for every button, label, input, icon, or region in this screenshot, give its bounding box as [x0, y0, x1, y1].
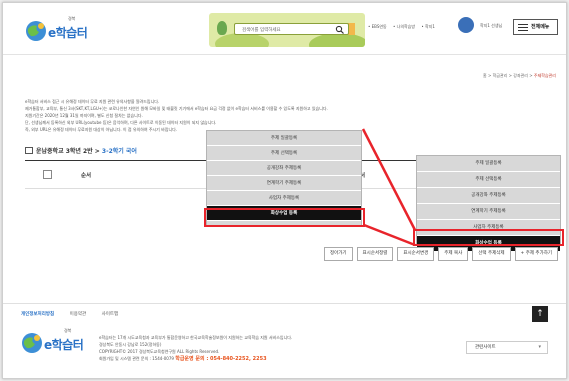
column-header-order: 순서	[81, 173, 92, 179]
user-avatar[interactable]	[458, 17, 474, 33]
highlight-box-zoom	[413, 229, 564, 246]
data-free-notice: e학습터 서비스 접근 시 유해정 데이터 무료 지원 관련 유의사항을 알려드…	[25, 98, 328, 133]
footer-link-terms[interactable]: 이용약관	[70, 312, 87, 317]
footer-logo-title: e학습터	[44, 338, 84, 352]
search-icon[interactable]	[335, 25, 345, 35]
menu-item-select-register[interactable]: 주제 선택등록	[207, 146, 361, 161]
notice-line: e학습터 서비스 접근 시 유해정 데이터 무료 지원 관련 유의사항을 알려드…	[25, 99, 160, 104]
menu-item-bulk-register[interactable]: 주제 일괄등록	[417, 156, 560, 172]
menu-item-linked-term-register[interactable]: 연계학기 주제등록	[417, 204, 560, 220]
menu-item-linked-term-register[interactable]: 연계학기 주제등록	[207, 176, 361, 191]
util-link-my-study[interactable]: • 나의학습방	[393, 24, 415, 29]
menu-item-open-course-register[interactable]: 공개강좌 주제등록	[417, 188, 560, 204]
full-menu-button[interactable]: 전체메뉴	[513, 19, 558, 35]
footer-link-privacy[interactable]: 개인정보처리방침	[21, 312, 54, 317]
breadcrumb-current: 주제학습관리	[533, 73, 556, 78]
hamburger-icon	[518, 24, 528, 31]
footer-info-line: COPYRIGHT© 2017 경상북도교육청연구원 ALL Rights Re…	[99, 349, 220, 354]
course-separator: >	[92, 148, 102, 155]
browser-frame: 경북 e학습터 검색어를 입력하세요 • EBS연동 • 나의학습방 • 학지1…	[2, 2, 567, 379]
footer-links: 개인정보처리방침 이용약관 사이트맵	[21, 311, 132, 317]
change-order-button[interactable]: 표시순서변경	[397, 247, 435, 261]
sort-order-button[interactable]: 표시순서정렬	[356, 247, 394, 261]
site-header: 경북 e학습터 검색어를 입력하세요 • EBS연동 • 나의학습방 • 학지1…	[3, 3, 566, 55]
footer-info-line: e학습터는 17개 시도교육청과 교육부가 통합운영하고 한국교육학술정보원이 …	[99, 335, 293, 340]
notice-line: 지원기간은 2020년 12월 31일 까지이며, 별도 신청 절차는 없습니다…	[25, 113, 143, 118]
table-action-buttons: 정아가기 표시순서정렬 표시순서변경 주제 복사 선택 주제삭제 + 주제 추가…	[320, 247, 558, 261]
globe-logo-icon	[26, 21, 46, 41]
footer-system-contact: 회원가입 및 시스템 관련 문의 : 1544-0079	[99, 356, 174, 361]
util-link-user[interactable]: • 학지1	[421, 24, 435, 29]
notice-line: 단, 선생님께서 등록하신 외부 URL(youtube 등)은 음악하며, 다…	[25, 120, 217, 125]
menu-item-select-register[interactable]: 주제 선택등록	[417, 172, 560, 188]
select-all-checkbox[interactable]	[43, 170, 52, 179]
globe-logo-icon	[22, 333, 42, 353]
search-input[interactable]: 검색어를 입력하세요	[242, 27, 281, 33]
footer-contact-line: 회원가입 및 시스템 관련 문의 : 1544-0079 학급운영 문의 : 0…	[99, 355, 292, 363]
footer-link-sitemap[interactable]: 사이트맵	[102, 312, 119, 317]
course-school: 운남중학교 3학년 2반	[36, 148, 93, 155]
logo-title: e학습터	[48, 26, 88, 40]
footer-logo: 경북 e학습터	[21, 328, 91, 356]
course-tree-icon[interactable]	[25, 147, 33, 154]
logo-region-label: 경북	[68, 16, 76, 21]
related-sites-label: 관련사이트	[475, 345, 496, 350]
course-subject-link[interactable]: 3-2학기 국어	[102, 148, 137, 155]
breadcrumb-item[interactable]: 강좌관리	[513, 73, 528, 78]
site-footer: 개인정보처리방침 이용약관 사이트맵 ↑ 경북 e학습터 e학습터는 17개 시…	[3, 303, 566, 378]
delete-selected-topic-button[interactable]: 선택 주제삭제	[472, 247, 511, 261]
footer-logo-region: 경북	[64, 328, 72, 333]
breadcrumb: 홈 > 학급관리 > 강좌관리 > 주제학습관리	[483, 73, 556, 79]
menu-item-provider-register[interactable]: 사업자 주제등록	[207, 191, 361, 206]
footer-info: e학습터는 17개 시도교육청과 교육부가 통합운영하고 한국교육학술정보원이 …	[99, 334, 292, 363]
go-back-button[interactable]: 정아가기	[323, 247, 353, 261]
add-topic-button[interactable]: + 주제 추가하기	[514, 247, 558, 261]
breadcrumb-item[interactable]: 학급관리	[493, 73, 508, 78]
menu-item-bulk-register[interactable]: 주제 일괄등록	[207, 131, 361, 146]
site-logo[interactable]: 경북 e학습터	[25, 16, 93, 46]
footer-class-contact: 학급운영 문의 : 054-840-2252, 2253	[175, 356, 267, 362]
highlight-box-main	[204, 208, 365, 227]
utility-links: • EBS연동 • 나의학습방 • 학지1	[368, 24, 440, 30]
copy-topic-button[interactable]: 주제 복사	[438, 247, 469, 261]
chevron-down-icon: ▾	[538, 344, 541, 350]
scroll-top-button[interactable]: ↑	[532, 306, 548, 322]
full-menu-label: 전체메뉴	[531, 24, 550, 30]
footer-info-line: 경상북도 안동시 강남로 152(정하동)	[99, 342, 162, 347]
tree-icon	[217, 21, 227, 35]
related-sites-select[interactable]: 관련사이트 ▾	[466, 341, 548, 354]
user-name: 학지1 선생님	[480, 23, 503, 28]
course-title-row: 운남중학교 3학년 2반 > 3-2학기 국어	[25, 146, 137, 155]
util-link-ebs[interactable]: • EBS연동	[368, 24, 387, 29]
menu-item-open-course-register[interactable]: 공개강좌 주제등록	[207, 161, 361, 176]
search-box[interactable]: 검색어를 입력하세요	[234, 23, 349, 35]
notice-line: 제거통합부, 교육부, 통신 3사(SKT,KT,LGU+)는 코로나인한 자연…	[25, 106, 328, 111]
